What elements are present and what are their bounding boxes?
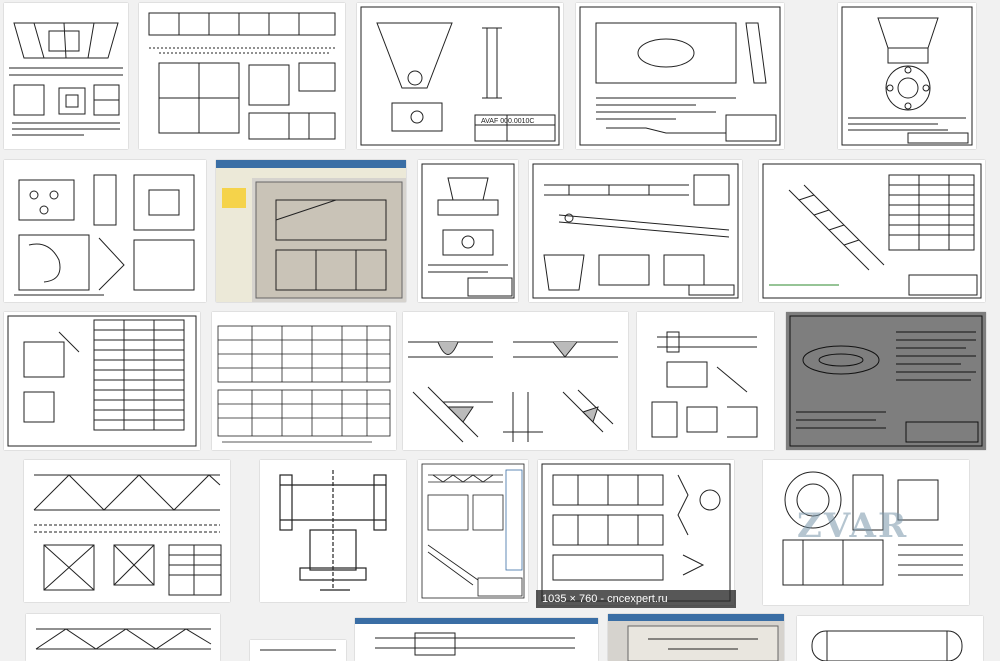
technical-drawing-image [541, 463, 731, 602]
result-thumbnail[interactable] [797, 616, 983, 661]
weld-joint-drawing [408, 341, 618, 443]
technical-drawing-image [532, 163, 739, 299]
result-thumbnail[interactable] [4, 160, 206, 302]
result-thumbnail[interactable] [418, 460, 528, 602]
technical-drawing-image [762, 163, 982, 299]
technical-drawing-image [421, 163, 515, 299]
technical-drawing-image [841, 6, 973, 146]
technical-drawing-image [651, 331, 758, 438]
result-thumbnail[interactable] [786, 312, 986, 450]
technical-drawing-image [35, 628, 212, 650]
watermark-text: ZVAR [797, 506, 909, 546]
result-thumbnail[interactable] [418, 160, 518, 302]
result-thumbnail[interactable]: AVAF 000.0010C [357, 3, 563, 149]
result-thumbnail[interactable] [250, 640, 346, 661]
technical-drawing-image [217, 325, 391, 443]
flange-drawing [279, 470, 387, 591]
technical-drawing-image [811, 630, 963, 661]
result-thumbnail[interactable] [538, 460, 734, 605]
image-results-grid: AVAF 000.0010C [0, 0, 1000, 661]
cad-software-screenshot [216, 160, 406, 302]
svg-text:AVAF 000.0010C: AVAF 000.0010C [481, 118, 534, 125]
result-thumbnail[interactable] [529, 160, 742, 302]
technical-drawing-image [421, 463, 525, 599]
technical-drawing-image [148, 12, 336, 140]
cad-software-screenshot [355, 618, 598, 656]
technical-drawing-image [14, 174, 195, 296]
technical-drawing-image [9, 22, 123, 136]
result-thumbnail[interactable] [24, 460, 230, 602]
truss-drawing [33, 474, 222, 596]
technical-drawing-image [579, 6, 781, 146]
result-thumbnail[interactable] [838, 3, 976, 149]
result-thumbnail[interactable] [637, 312, 774, 450]
result-thumbnail[interactable] [139, 3, 345, 149]
result-thumbnail[interactable] [403, 312, 628, 450]
technical-drawing-image [260, 649, 336, 651]
cad-software-screenshot [608, 614, 784, 661]
image-size-caption[interactable]: 1035 × 760 - cncexpert.ru [536, 590, 736, 608]
technical-drawing-image [7, 315, 197, 447]
result-thumbnail[interactable] [216, 160, 406, 302]
result-thumbnail[interactable] [4, 312, 200, 450]
result-thumbnail[interactable] [759, 160, 985, 302]
result-thumbnail[interactable] [212, 312, 396, 450]
result-thumbnail[interactable] [4, 3, 128, 149]
result-thumbnail[interactable] [26, 614, 220, 661]
result-thumbnail[interactable] [608, 614, 784, 661]
technical-drawing-image: AVAF 000.0010C [360, 6, 560, 146]
technical-drawing-image [789, 315, 983, 447]
result-thumbnail[interactable] [576, 3, 784, 149]
result-thumbnail[interactable] [355, 618, 598, 661]
result-thumbnail[interactable] [260, 460, 406, 602]
